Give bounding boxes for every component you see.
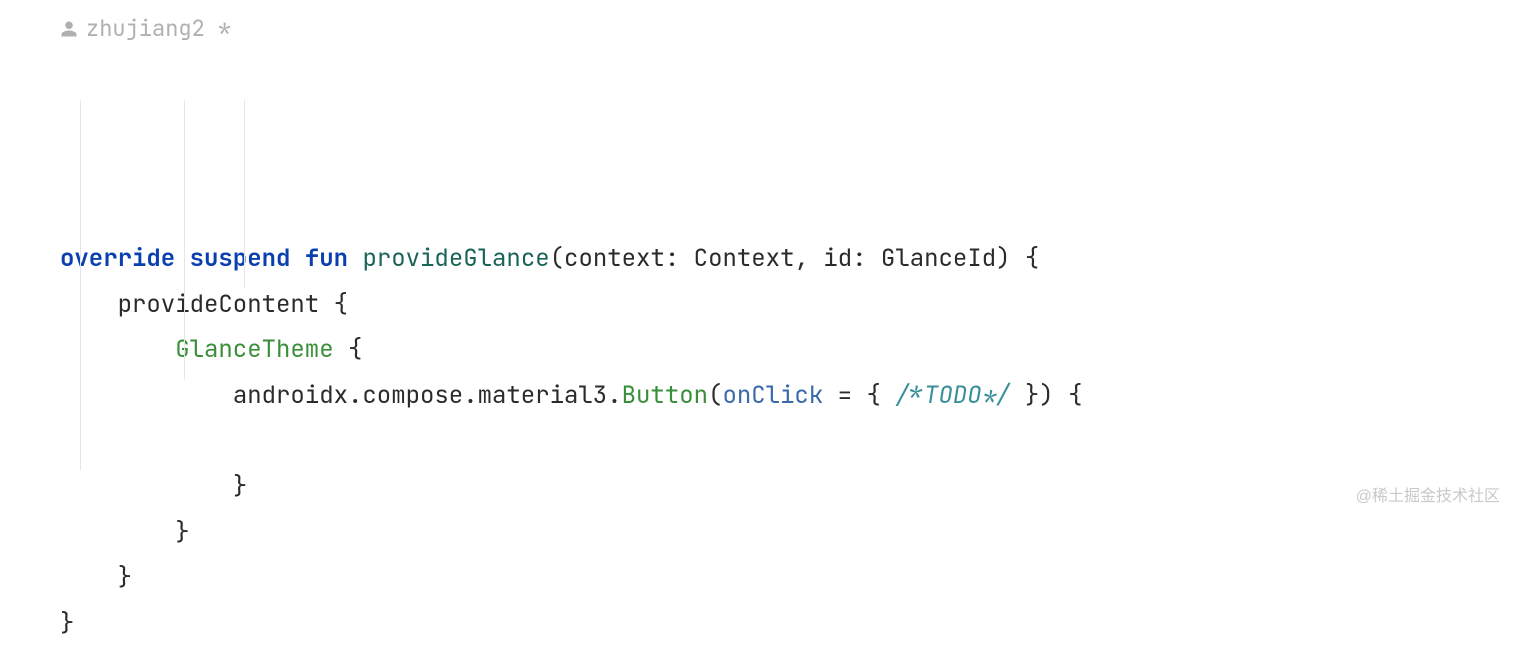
brace-open: { [334,334,363,365]
named-arg-onclick: onClick [722,380,823,411]
indent-guide [184,100,185,380]
brace-open: { [1011,243,1040,274]
brace-close: } [118,562,132,593]
call-glancetheme: GlanceTheme [175,334,333,365]
person-icon [60,20,78,38]
brace-open: { [319,289,348,320]
paren-close: ) [996,243,1010,274]
indent-guide [244,100,245,288]
function-name: provideGlance [362,243,549,274]
todo-comment: /*TODO*/ [895,380,1010,411]
param-name: context [564,243,665,274]
call-provideContent: provideContent [118,289,320,320]
author-name: zhujiang2 [86,8,205,50]
param-type: GlanceId [881,243,996,274]
brace-close: } [175,517,189,548]
author-annotation: zhujiang2 * [0,8,1518,50]
brace-open: { [1054,380,1083,411]
param-type: Context [694,243,795,274]
package-path: androidx.compose.material3. [233,380,622,411]
brace-close: } [60,608,74,639]
brace-close: } [233,471,247,502]
param-name: id [823,243,852,274]
keyword-override: override [60,243,175,274]
indent-guide [80,100,81,470]
dirty-marker: * [218,8,231,50]
keyword-suspend: suspend [190,243,291,274]
watermark: @稀土掘金技术社区 [1356,482,1500,512]
code-block[interactable]: override suspend fun provideGlance(conte… [0,54,1518,647]
call-button: Button [622,380,708,411]
paren-open: ( [550,243,564,274]
keyword-fun: fun [305,243,348,274]
